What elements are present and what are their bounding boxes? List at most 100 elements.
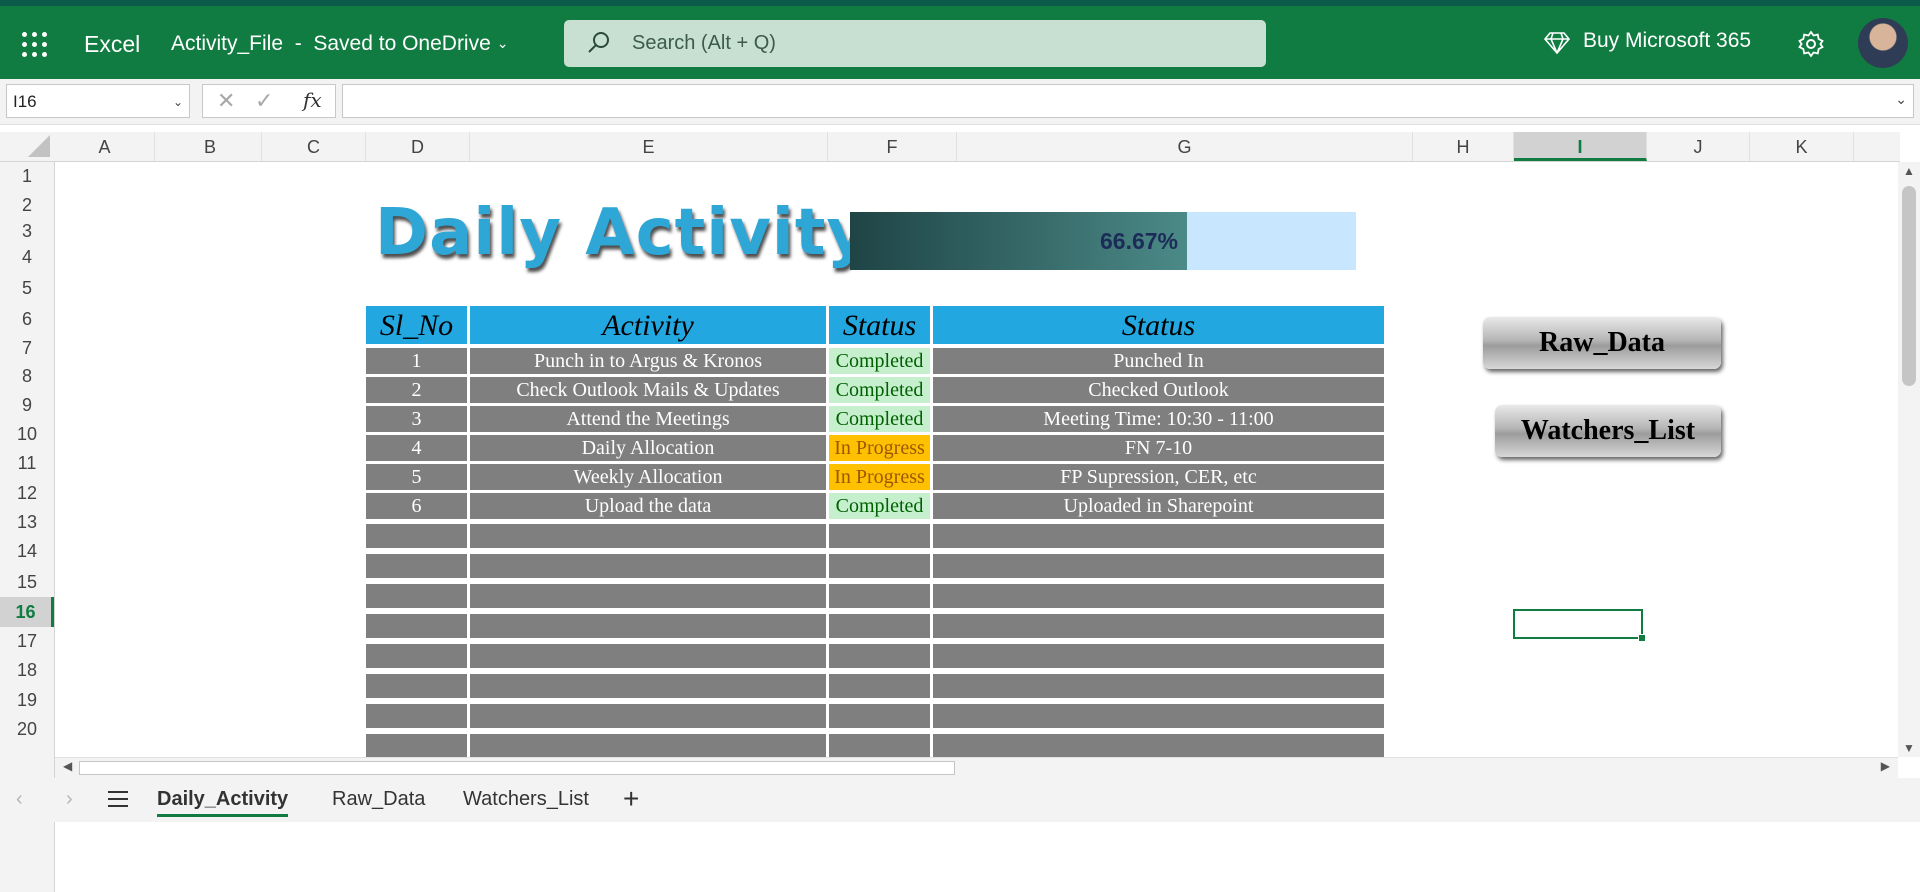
scroll-right-icon[interactable]: ▶ [1881,759,1890,773]
empty-table-cell[interactable] [933,674,1384,698]
empty-table-cell[interactable] [366,704,467,728]
all-sheets-menu-icon[interactable] [108,790,130,808]
table-cell[interactable]: Punched In [933,348,1384,374]
horizontal-scrollbar[interactable]: ◀ ▶ [55,757,1898,778]
empty-table-cell[interactable] [366,524,467,548]
table-cell[interactable]: Upload the data [470,493,826,519]
empty-table-cell[interactable] [470,644,826,668]
file-title-button[interactable]: Activity_File - Saved to OneDrive ⌄ [171,32,509,56]
scroll-down-icon[interactable]: ▼ [1903,741,1915,755]
empty-table-cell[interactable] [829,554,930,578]
scroll-left-icon[interactable]: ◀ [63,759,72,773]
row-header-13[interactable]: 13 [0,509,54,535]
empty-table-cell[interactable] [829,584,930,608]
column-header-j[interactable]: J [1647,132,1750,161]
empty-table-cell[interactable] [933,554,1384,578]
row-header-11[interactable]: 11 [0,449,54,478]
table-cell[interactable]: 4 [366,435,467,461]
enter-check-icon[interactable]: ✓ [255,88,273,114]
table-cell[interactable]: Attend the Meetings [470,406,826,432]
search-box[interactable]: Search (Alt + Q) [564,20,1266,67]
app-launcher-icon[interactable] [22,32,48,58]
row-header-10[interactable]: 10 [0,420,54,449]
empty-table-cell[interactable] [829,674,930,698]
row-header-8[interactable]: 8 [0,362,54,391]
empty-table-cell[interactable] [366,644,467,668]
table-cell[interactable]: Punch in to Argus & Kronos [470,348,826,374]
row-header-7[interactable]: 7 [0,334,54,362]
raw-data-button[interactable]: Raw_Data [1483,317,1721,369]
vertical-scroll-thumb[interactable] [1902,186,1916,386]
empty-table-cell[interactable] [470,614,826,638]
column-header-a[interactable]: A [55,132,155,161]
status-badge[interactable]: In Progress [829,435,930,461]
active-cell-selection[interactable] [1513,609,1646,642]
add-sheet-icon[interactable]: + [623,783,639,815]
column-header-b[interactable]: B [159,132,262,161]
empty-table-cell[interactable] [470,734,826,757]
table-cell[interactable]: FN 7-10 [933,435,1384,461]
table-cell[interactable]: 6 [366,493,467,519]
name-box[interactable]: I16 ⌄ [6,84,190,118]
row-header-15[interactable]: 15 [0,567,54,597]
empty-table-cell[interactable] [933,614,1384,638]
tab-daily-activity[interactable]: Daily_Activity [157,788,289,817]
table-cell[interactable]: Checked Outlook [933,377,1384,403]
avatar[interactable] [1858,18,1908,68]
empty-table-cell[interactable] [933,704,1384,728]
column-header-f[interactable]: F [828,132,957,161]
row-header-5[interactable]: 5 [0,272,54,305]
horizontal-scroll-thumb[interactable] [79,761,955,775]
empty-table-cell[interactable] [470,554,826,578]
empty-table-cell[interactable] [829,524,930,548]
row-header-18[interactable]: 18 [0,656,54,685]
empty-table-cell[interactable] [470,524,826,548]
table-cell[interactable]: 3 [366,406,467,432]
empty-table-cell[interactable] [366,554,467,578]
status-badge[interactable]: Completed [829,406,930,432]
scroll-up-icon[interactable]: ▲ [1903,164,1915,178]
status-badge[interactable]: Completed [829,348,930,374]
row-header-20[interactable]: 20 [0,715,54,744]
row-header-14[interactable]: 14 [0,535,54,567]
column-header-e[interactable]: E [470,132,828,161]
table-cell[interactable]: Daily Allocation [470,435,826,461]
select-all-corner[interactable] [0,132,54,161]
row-header-17[interactable]: 17 [0,627,54,656]
column-header-c[interactable]: C [262,132,366,161]
gear-icon[interactable] [1797,30,1825,58]
row-header-2[interactable]: 2 [0,191,54,220]
empty-table-cell[interactable] [366,584,467,608]
app-name[interactable]: Excel [84,31,140,58]
empty-table-cell[interactable] [470,704,826,728]
table-cell[interactable]: Check Outlook Mails & Updates [470,377,826,403]
table-cell[interactable]: 5 [366,464,467,490]
status-badge[interactable]: Completed [829,377,930,403]
buy-microsoft-365-button[interactable]: Buy Microsoft 365 [1544,29,1751,55]
row-header-4[interactable]: 4 [0,243,54,272]
formula-input[interactable]: ⌄ [342,84,1914,118]
watchers-list-button[interactable]: Watchers_List [1495,405,1721,457]
empty-table-cell[interactable] [829,614,930,638]
table-cell[interactable]: Uploaded in Sharepoint [933,493,1384,519]
insert-function-icon[interactable]: fx [303,88,322,112]
row-header-3[interactable]: 3 [0,220,54,243]
empty-table-cell[interactable] [933,644,1384,668]
empty-table-cell[interactable] [829,734,930,757]
prev-sheet-icon[interactable]: ‹ [16,788,23,811]
row-header-16[interactable]: 16 [0,597,54,627]
table-cell[interactable]: FP Supression, CER, etc [933,464,1384,490]
status-badge[interactable]: In Progress [829,464,930,490]
table-cell[interactable]: Meeting Time: 10:30 - 11:00 [933,406,1384,432]
empty-table-cell[interactable] [366,734,467,757]
column-header-d[interactable]: D [366,132,470,161]
column-header-h[interactable]: H [1413,132,1514,161]
table-cell[interactable]: Weekly Allocation [470,464,826,490]
expand-formula-icon[interactable]: ⌄ [1895,91,1907,108]
next-sheet-icon[interactable]: › [66,788,73,811]
row-header-1[interactable]: 1 [0,162,54,191]
empty-table-cell[interactable] [470,674,826,698]
row-header-6[interactable]: 6 [0,305,54,334]
empty-table-cell[interactable] [933,734,1384,757]
empty-table-cell[interactable] [933,524,1384,548]
